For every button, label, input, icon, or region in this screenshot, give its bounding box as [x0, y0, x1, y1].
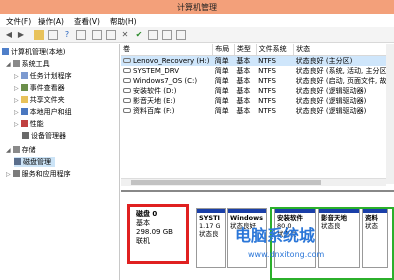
collapse-icon[interactable]: ◢: [6, 61, 11, 68]
volume-icon: [123, 57, 131, 63]
disk-icon: [14, 158, 21, 165]
column-status[interactable]: 状态: [293, 44, 394, 56]
folder-icon: [20, 96, 28, 103]
menu-bar: 文件(F) 操作(A) 查看(V) 帮助(H): [0, 14, 394, 27]
settings-icon[interactable]: [176, 30, 186, 40]
table-row[interactable]: SYSTEM_DRV 简单 基本 NTFS 状态良好 (系统, 活动, 主分区): [121, 66, 394, 76]
tools-icon: [12, 60, 20, 67]
check-icon[interactable]: ✔: [134, 30, 144, 40]
volume-icon: [123, 67, 131, 73]
forward-icon[interactable]: ▶: [16, 30, 26, 40]
properties-icon[interactable]: [48, 30, 58, 40]
column-volume[interactable]: 卷: [121, 44, 214, 56]
window-title: 计算机管理: [177, 3, 217, 12]
tree-performance[interactable]: ▷ 性能: [14, 119, 44, 129]
menu-view[interactable]: 查看(V): [74, 16, 100, 27]
performance-icon: [20, 120, 28, 127]
disk-type: 基本: [136, 219, 150, 227]
disk-0-label[interactable]: 磁盘 0 基本 298.09 GB 联机: [127, 204, 189, 264]
volume-icon: [123, 97, 131, 103]
volume-icon: [123, 107, 131, 113]
users-icon: [20, 108, 28, 115]
disk-status: 联机: [136, 237, 150, 245]
table-row[interactable]: 资料百库 (F:) 简单 基本 NTFS 状态良好 (逻辑驱动器): [121, 106, 394, 116]
tree-device-manager[interactable]: 设备管理器: [22, 131, 66, 141]
partition-bar: [197, 209, 225, 213]
tree-disk-management[interactable]: 磁盘管理: [14, 157, 55, 167]
menu-file[interactable]: 文件(F): [6, 16, 31, 27]
menu-action[interactable]: 操作(A): [38, 16, 64, 27]
table-row[interactable]: 安装软件 (D:) 简单 基本 NTFS 状态良好 (逻辑驱动器): [121, 86, 394, 96]
expand-icon[interactable]: ▷: [6, 171, 11, 178]
volume-icon: [123, 87, 131, 93]
vertical-scrollbar[interactable]: [386, 44, 394, 184]
clock-icon: [20, 72, 28, 79]
back-icon[interactable]: ◀: [4, 30, 14, 40]
watermark-url: www.dnxitong.com: [248, 250, 325, 259]
toolbar: ◀ ▶ ? ✕ ✔: [0, 27, 394, 43]
tree-local-users[interactable]: ▷ 本地用户和组: [14, 107, 72, 117]
scroll-thumb[interactable]: [131, 180, 321, 185]
column-layout[interactable]: 布局: [212, 44, 235, 56]
expand-icon[interactable]: ▷: [14, 73, 19, 80]
tree-task-scheduler[interactable]: ▷ 任务计划程序: [14, 71, 72, 81]
event-icon: [20, 84, 28, 91]
table-row[interactable]: Lenovo_Recovery (H:) 简单 基本 NTFS 状态良好 (主分区): [121, 55, 394, 66]
volume-table: 卷 布局 类型 文件系统 状态 Lenovo_Recovery (H:) 简单基…: [121, 44, 394, 116]
column-type[interactable]: 类型: [234, 44, 257, 56]
tree-root[interactable]: 计算机管理(本地): [2, 47, 65, 57]
folder-up-icon[interactable]: [34, 30, 44, 40]
show-hide-tree-icon[interactable]: [76, 30, 86, 40]
partition-bar: [228, 209, 266, 213]
volume-icon: [123, 77, 131, 83]
collapse-icon[interactable]: ◢: [6, 147, 11, 154]
tree-system-tools[interactable]: ◢ 系统工具: [6, 59, 50, 69]
device-icon: [22, 132, 29, 139]
expand-icon[interactable]: ▷: [14, 109, 19, 116]
search-icon[interactable]: [162, 30, 172, 40]
delete-icon[interactable]: ✕: [120, 30, 130, 40]
expand-icon[interactable]: ▷: [14, 85, 19, 92]
title-bar: 计算机管理: [0, 0, 394, 14]
expand-icon[interactable]: ▷: [14, 97, 19, 104]
table-row[interactable]: Windows7_OS (C:) 简单 基本 NTFS 状态良好 (启动, 页面文件…: [121, 76, 394, 86]
tree-storage[interactable]: ◢ 存储: [6, 145, 36, 155]
help-icon[interactable]: ?: [62, 30, 72, 40]
storage-icon: [12, 146, 20, 153]
services-icon: [12, 170, 20, 177]
disk-name: 磁盘 0: [136, 210, 158, 218]
computer-icon: [2, 48, 9, 55]
column-filesystem[interactable]: 文件系统: [256, 44, 295, 56]
menu-help[interactable]: 帮助(H): [110, 16, 137, 27]
tree-event-viewer[interactable]: ▷ 事件查看器: [14, 83, 65, 93]
list-icon[interactable]: [92, 30, 102, 40]
tree-shared-folders[interactable]: ▷ 共享文件夹: [14, 95, 65, 105]
detail-icon[interactable]: [106, 30, 116, 40]
expand-icon[interactable]: ▷: [14, 121, 19, 128]
horizontal-scrollbar[interactable]: [121, 178, 386, 186]
navigation-tree: 计算机管理(本地) ◢ 系统工具 ▷ 任务计划程序 ▷ 事件查看器 ▷ 共享文件夹 ▷ 本…: [0, 44, 120, 280]
disk-size: 298.09 GB: [136, 228, 173, 236]
open-icon[interactable]: [148, 30, 158, 40]
table-row[interactable]: 影音天地 (E:) 简单 基本 NTFS 状态良好 (逻辑驱动器): [121, 96, 394, 106]
partition-system[interactable]: SYSTI 1.17 G 状态良: [196, 208, 226, 268]
tree-services-apps[interactable]: ▷ 服务和应用程序: [6, 169, 71, 179]
